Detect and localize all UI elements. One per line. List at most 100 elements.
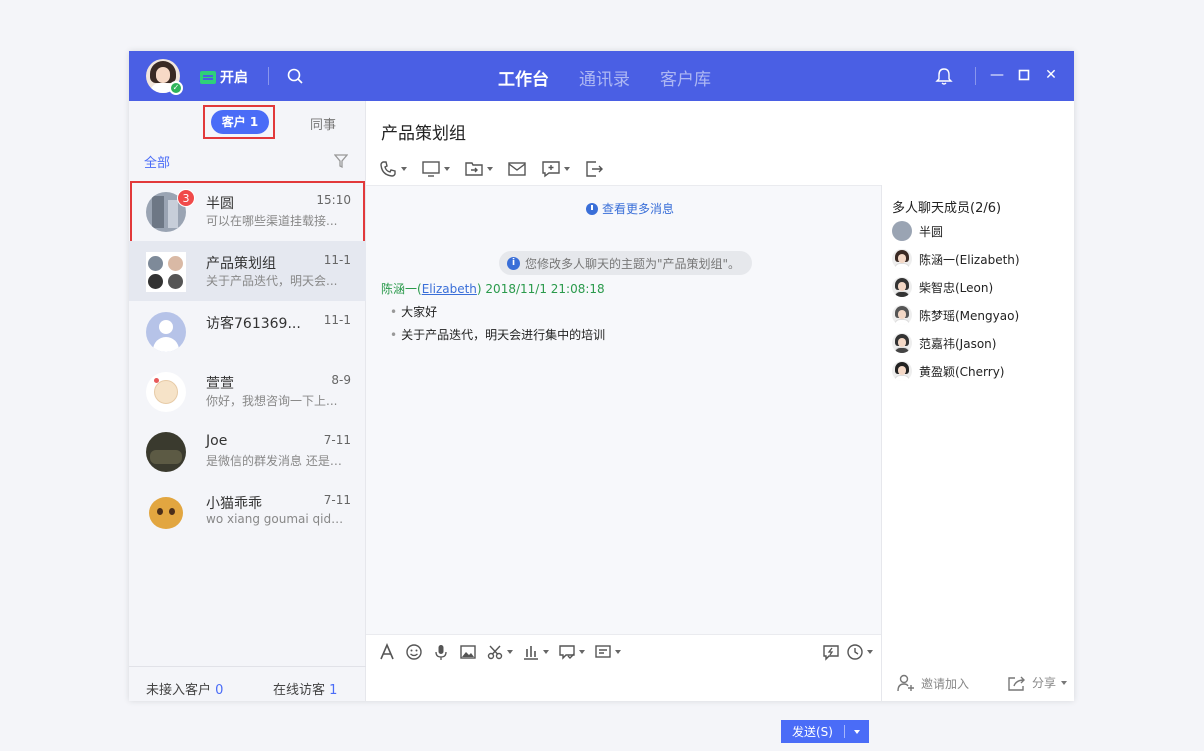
nav-workbench[interactable]: 工作台: [498, 65, 549, 90]
clock-icon: [586, 202, 598, 215]
conversation-time: 11-1: [323, 253, 351, 267]
font-icon[interactable]: [378, 643, 396, 661]
maximize-icon[interactable]: [1016, 66, 1032, 84]
conversation-name: 萱萱: [206, 376, 234, 392]
chat-toolbar: [378, 159, 604, 179]
stats-button[interactable]: [522, 643, 549, 661]
nav-contacts[interactable]: 通讯录: [579, 65, 630, 90]
avatar: [892, 333, 912, 353]
monitor-icon: [422, 161, 440, 177]
info-icon: i: [507, 256, 520, 270]
tab-customers[interactable]: 客户 1: [211, 110, 269, 134]
conversation-list: 3 半圆 15:10 可以在哪些渠道挂载接... 产品策划组 11-1 关于产品…: [129, 181, 366, 541]
history-button[interactable]: [846, 643, 873, 661]
microphone-icon[interactable]: [432, 643, 450, 661]
online-visitors[interactable]: 在线访客 1: [273, 679, 337, 698]
list-item[interactable]: 访客761369... 11-1: [129, 301, 366, 361]
conversation-preview: 你好，我想咨询一下上...: [206, 394, 338, 408]
message-line: 大家好: [390, 303, 437, 320]
evaluation-button[interactable]: [558, 643, 585, 661]
search-icon[interactable]: [287, 68, 303, 84]
conversation-preview: 是微信的群发消息 还是 ...: [206, 454, 344, 468]
conversation-name: 产品策划组: [206, 256, 276, 272]
list-item[interactable]: Joe 7-11 是微信的群发消息 还是 ...: [129, 421, 366, 481]
avatar: [146, 372, 186, 412]
avatar: [892, 221, 912, 241]
message-line: 关于产品迭代，明天会进行集中的培训: [390, 326, 605, 343]
list-item[interactable]: 3 半圆 15:10 可以在哪些渠道挂载接...: [129, 181, 366, 244]
status-label: 开启: [220, 70, 248, 86]
avatar: [892, 249, 912, 269]
status-toggle-button[interactable]: 开启: [200, 67, 248, 87]
divider: [268, 67, 269, 85]
share-icon: [1008, 676, 1025, 691]
conversation-time: 7-11: [323, 433, 351, 447]
conversation-name: 小猫乖乖: [206, 496, 262, 512]
members-title: 多人聊天成员(2/6): [892, 201, 1002, 216]
conversation-panel: 客户 1 同事 全部 3 半圆 15:10 可以在哪些渠道挂载接... 产品策划…: [129, 101, 366, 701]
member-item[interactable]: 半圆: [892, 220, 943, 242]
conversation-time: 8-9: [331, 373, 351, 387]
send-button[interactable]: 发送(S): [781, 720, 869, 743]
send-options-icon[interactable]: [845, 729, 869, 734]
divider: [975, 67, 976, 85]
chat-bubble-icon: [200, 70, 216, 84]
member-item[interactable]: 陈涵一(Elizabeth): [892, 248, 1020, 270]
message-timestamp: 2018/11/1 21:08:18: [485, 282, 605, 296]
invite-button[interactable]: 邀请加入: [896, 674, 969, 692]
nav-customer-library[interactable]: 客户库: [660, 65, 711, 90]
exit-chat-button[interactable]: [584, 159, 604, 179]
member-item[interactable]: 范嘉祎(Jason): [892, 332, 996, 354]
group-avatar: [146, 252, 186, 292]
app-window: ✓ 开启 工作台 通讯录 客户库 — ✕ 客户 1 同事 全部 3 半圆 15:…: [129, 51, 1075, 743]
phone-button[interactable]: [378, 159, 407, 179]
close-icon[interactable]: ✕: [1043, 66, 1059, 84]
avatar: [892, 305, 912, 325]
list-item[interactable]: 小猫乖乖 7-11 wo xiang goumai qidi...: [129, 481, 366, 541]
phone-icon: [380, 161, 396, 177]
sender-link[interactable]: Elizabeth: [422, 282, 477, 296]
share-button[interactable]: 分享: [1007, 674, 1068, 691]
quick-phrase-icon[interactable]: [822, 643, 840, 661]
quick-reply-button[interactable]: [594, 643, 621, 661]
transfer-button[interactable]: [464, 159, 493, 179]
members-footer: 邀请加入 分享: [882, 665, 1075, 701]
email-button[interactable]: [507, 159, 527, 179]
add-comment-icon: [542, 161, 560, 178]
card-icon: [595, 645, 611, 658]
add-note-button[interactable]: [541, 159, 570, 179]
scissors-icon: [487, 645, 503, 660]
screen-share-button[interactable]: [421, 159, 450, 179]
bell-icon[interactable]: [935, 67, 953, 86]
list-item[interactable]: 萱萱 8-9 你好，我想咨询一下上...: [129, 361, 366, 421]
filter-icon[interactable]: [334, 154, 348, 168]
member-item[interactable]: 黄盈颖(Cherry): [892, 360, 1005, 382]
visitor-avatar: [146, 312, 186, 352]
online-status-icon: ✓: [169, 81, 183, 95]
chat-title: 产品策划组: [381, 124, 466, 144]
comment-check-icon: [559, 645, 575, 660]
add-user-icon: [897, 674, 914, 692]
input-toolbar: [378, 643, 621, 661]
unassigned-customers[interactable]: 未接入客户 0: [146, 679, 223, 698]
left-footer: 未接入客户 0 在线访客 1: [129, 666, 366, 701]
avatar: [892, 277, 912, 297]
member-item[interactable]: 陈梦瑶(Mengyao): [892, 304, 1019, 326]
member-item[interactable]: 柴智忠(Leon): [892, 276, 993, 298]
filter-all[interactable]: 全部: [144, 152, 170, 171]
conversation-time: 11-1: [323, 313, 351, 327]
tab-colleagues[interactable]: 同事: [310, 114, 336, 133]
main-nav: 工作台 通讯录 客户库: [498, 65, 711, 90]
bar-chart-icon: [524, 646, 538, 660]
screenshot-button[interactable]: [486, 643, 513, 661]
emoji-icon[interactable]: [405, 643, 423, 661]
image-icon[interactable]: [459, 643, 477, 661]
message-header: 陈涵一(Elizabeth) 2018/11/1 21:08:18: [381, 282, 605, 296]
load-more-messages-link[interactable]: 查看更多消息: [586, 200, 674, 217]
avatar: [146, 492, 186, 532]
list-item[interactable]: 产品策划组 11-1 关于产品迭代，明天会...: [129, 241, 366, 301]
minimize-icon[interactable]: —: [989, 66, 1005, 84]
highlight-box: [130, 181, 365, 244]
folder-transfer-icon: [465, 162, 483, 176]
message-area: 查看更多消息 i 您修改多人聊天的主题为"产品策划组"。 陈涵一(Elizabe…: [366, 185, 881, 635]
